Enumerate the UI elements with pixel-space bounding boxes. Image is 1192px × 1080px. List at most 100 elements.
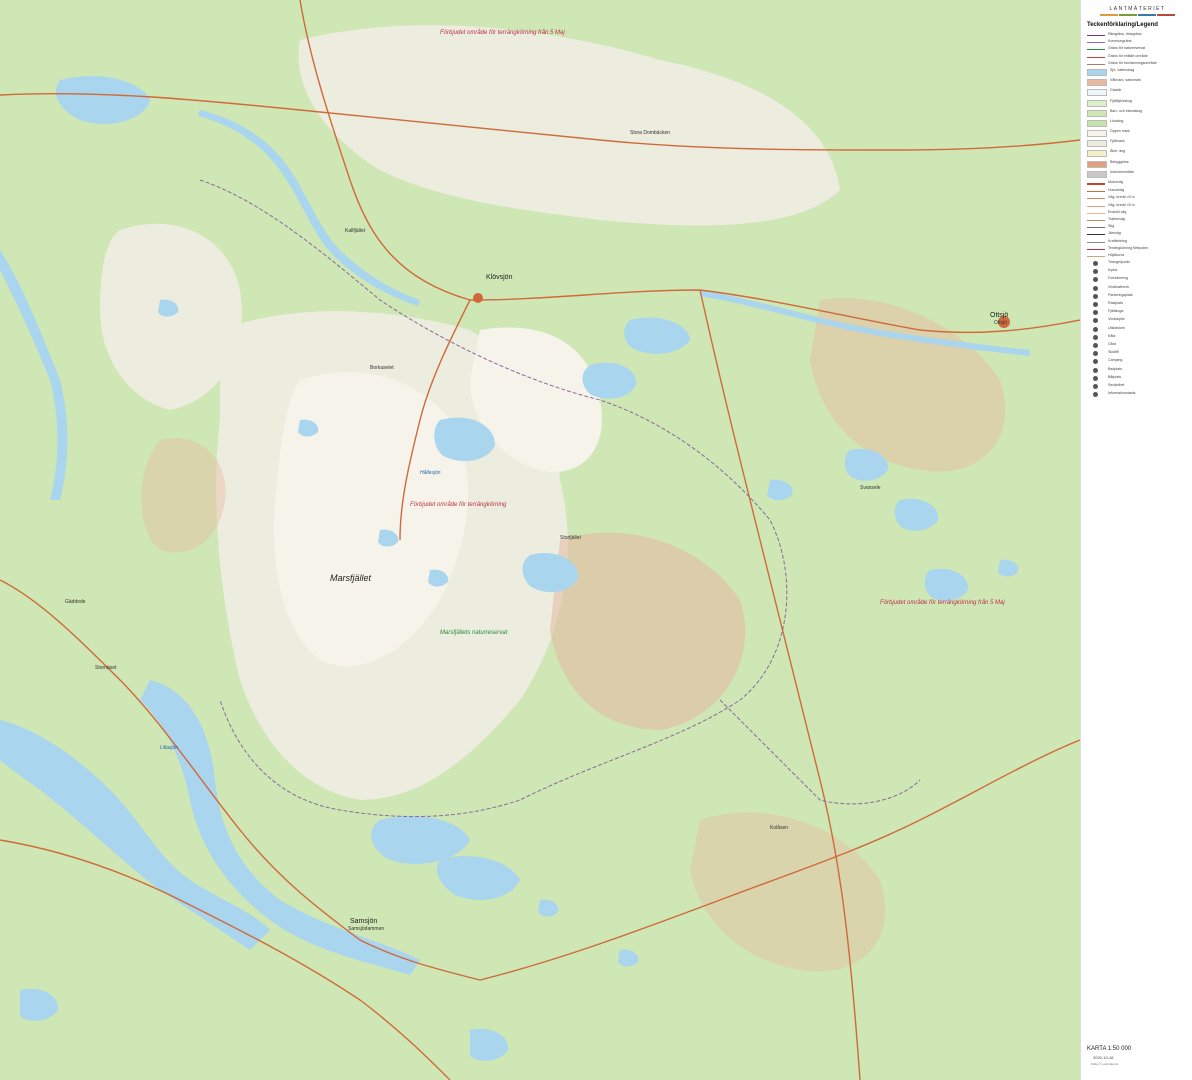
legend-item: Höjdkurva xyxy=(1087,253,1188,258)
legend-label: Glaciär xyxy=(1110,88,1122,93)
legend-label: Sevärdhet xyxy=(1108,382,1125,387)
legend-symbol xyxy=(1087,150,1107,158)
legend-item: Industriområde xyxy=(1087,170,1188,178)
legend-label: Riksgräns, länsgräns xyxy=(1108,32,1142,36)
legend-item: Lövskog xyxy=(1087,119,1188,127)
legend-item: Fjällstuga xyxy=(1087,309,1188,316)
legend-item: Utsiktstorn xyxy=(1087,326,1188,332)
legend-symbol xyxy=(1093,326,1098,332)
map-date: 2020-10-16 xyxy=(1093,1055,1114,1060)
legend-item: Kraftledning xyxy=(1087,239,1188,244)
legend-item: Båtplats xyxy=(1087,375,1188,381)
legend-symbol xyxy=(1087,109,1107,117)
legend-item: Sjö, vattendrag xyxy=(1087,68,1188,76)
legend-item: Våtmark, sankmark xyxy=(1087,78,1188,87)
legend-symbol xyxy=(1093,375,1098,381)
legend-label: Båtplats xyxy=(1108,374,1121,379)
legend-label: Traktorväg xyxy=(1108,216,1126,221)
legend-item: Huvudväg xyxy=(1087,188,1188,193)
legend-label: Stig xyxy=(1108,224,1115,229)
legend-symbol xyxy=(1093,318,1098,324)
legend-symbol xyxy=(1087,170,1107,178)
legend-label: Bebyggelse xyxy=(1110,159,1129,164)
legend-label: Järnväg xyxy=(1108,231,1121,236)
legend-label: Parkeringsplats xyxy=(1108,292,1133,297)
legend-symbol xyxy=(1093,342,1098,348)
legend-item: Kyrka xyxy=(1087,268,1188,275)
legend-symbol xyxy=(1093,261,1098,267)
legend-symbol xyxy=(1093,351,1098,357)
legend-symbol xyxy=(1093,285,1098,291)
legend-item: Vindkraftverk xyxy=(1087,285,1188,291)
legend-label: Vindkraftverk xyxy=(1108,284,1129,289)
map-svg xyxy=(0,0,1080,1080)
legend-item: Badplats xyxy=(1087,367,1188,373)
legend-item: Terrängkörning förbjuden xyxy=(1087,246,1188,251)
legend-label: Åker, äng xyxy=(1110,149,1126,154)
legend-symbol xyxy=(1087,160,1107,168)
legend-item: Fjällbjörkskog xyxy=(1087,99,1188,107)
legend-symbol xyxy=(1087,234,1105,236)
legend-item: Kommungräns xyxy=(1087,39,1188,44)
legend-item: Traktorväg xyxy=(1087,217,1188,222)
legend-symbol xyxy=(1087,191,1105,193)
legend-label: Camping xyxy=(1108,358,1123,363)
legend-symbol xyxy=(1093,302,1098,307)
legend-item: Enskild väg xyxy=(1087,210,1188,215)
legend-symbol xyxy=(1087,35,1105,37)
legend-symbol xyxy=(1093,269,1098,275)
legend-item: Skidlift xyxy=(1087,350,1188,357)
legend-item: Väg, bredd <5 m xyxy=(1087,203,1188,208)
legend-label: Informationstavla xyxy=(1108,391,1136,396)
legend-item: Gräns för militärt område xyxy=(1087,54,1188,59)
legend-label: Lövskog xyxy=(1110,118,1124,123)
legend-symbol xyxy=(1087,119,1107,127)
legend-symbol xyxy=(1087,99,1107,107)
legend-label: Industriområde xyxy=(1110,169,1134,174)
legend-item: Vindskydd xyxy=(1087,317,1188,324)
legend-item: Fjällmark xyxy=(1087,139,1188,148)
legend-label: Skidlift xyxy=(1108,350,1119,355)
legend-symbol xyxy=(1087,212,1105,215)
legend-title: Teckenförklaring/Legend xyxy=(1087,22,1158,28)
legend-symbol xyxy=(1087,49,1105,51)
map-legend: LANTMÄTERIET Teckenförklaring/Legend Rik… xyxy=(1080,0,1192,1080)
legend-label: Gräns för militärt område xyxy=(1108,53,1148,58)
legend-item: Kåta xyxy=(1087,334,1188,340)
legend-label: Barr- och blandskog xyxy=(1110,108,1143,113)
legend-item: Gård xyxy=(1087,342,1188,348)
legend-label: Kåta xyxy=(1108,333,1116,338)
legend-label: Utsiktstorn xyxy=(1108,325,1125,330)
legend-label: Öppen mark xyxy=(1110,129,1130,134)
legend-symbol xyxy=(1087,56,1105,59)
legend-item: Öppen mark xyxy=(1087,129,1188,138)
legend-label: Sjö, vattendrag xyxy=(1110,67,1135,72)
legend-item: Väg, bredd >5 m xyxy=(1087,195,1188,200)
legend-label: Gräns för naturreservat xyxy=(1108,46,1146,51)
ottsjo-town-marker xyxy=(998,316,1010,328)
legend-symbol xyxy=(1087,79,1107,87)
legend-label: Våtmark, sankmark xyxy=(1110,78,1141,83)
legend-symbol xyxy=(1087,219,1105,222)
legend-item: Bebyggelse xyxy=(1087,160,1188,168)
legend-symbol xyxy=(1093,383,1098,389)
legend-label: Gård xyxy=(1108,341,1116,346)
legend-label: Kyrka xyxy=(1108,268,1118,273)
legend-symbol xyxy=(1087,248,1105,251)
legend-label: Kraftledning xyxy=(1108,238,1128,243)
legend-label: Badplats xyxy=(1108,366,1122,371)
legend-items: Riksgräns, länsgräns Kommungräns Gräns för… xyxy=(1087,32,1188,398)
legend-item: Parkeringsplats xyxy=(1087,293,1188,299)
map-sheet: Förbjudet område för terrängkörning från… xyxy=(0,0,1192,1080)
legend-symbol xyxy=(1087,68,1107,76)
legend-label: Höjdkurva xyxy=(1108,252,1125,257)
map-canvas[interactable]: Förbjudet område för terrängkörning från… xyxy=(0,0,1080,1080)
legend-item: Fornlämning xyxy=(1087,276,1188,283)
copyright: Källa © Lantmäteriet xyxy=(1091,1062,1119,1066)
brand-bar xyxy=(1087,14,1188,16)
legend-symbol xyxy=(1087,198,1105,200)
legend-item: Glaciär xyxy=(1087,88,1188,97)
legend-label: Fjällmark xyxy=(1110,139,1125,144)
legend-symbol xyxy=(1093,277,1098,283)
legend-symbol xyxy=(1087,42,1105,44)
